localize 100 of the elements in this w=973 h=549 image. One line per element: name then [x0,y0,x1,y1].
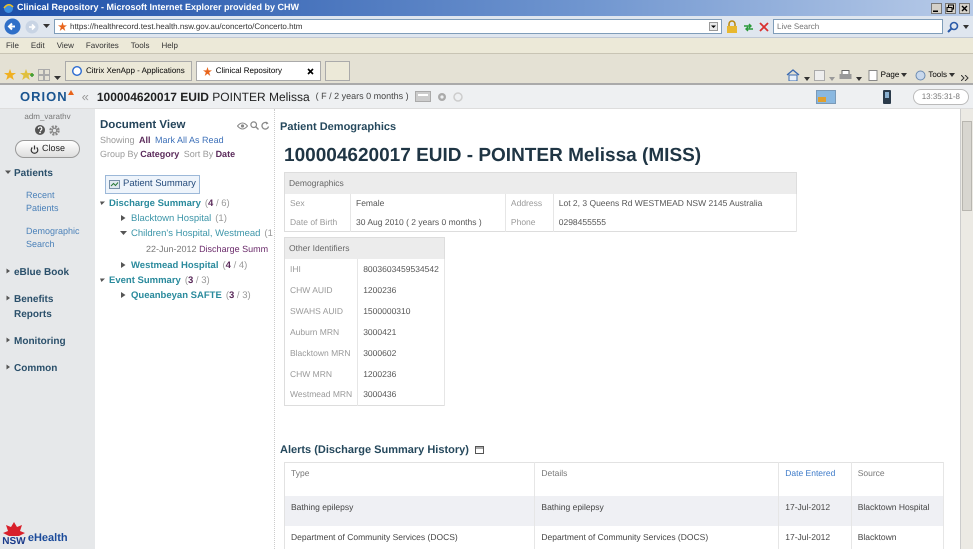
nav-section[interactable]: Monitoring [0,334,95,349]
nav-section[interactable]: Benefits Reports [0,292,95,322]
patient-info: ( F / 2 years 0 months ) [316,90,409,103]
print-icon[interactable] [838,70,852,81]
close-icon[interactable] [959,2,970,14]
sort-column-header[interactable]: Date Entered [785,466,836,480]
tree-node[interactable]: Westmead Hospital (4 / 4) [100,258,248,272]
patient-title: 100004620017 EUID POINTER Melissa [96,88,310,106]
window-title: Clinical Repository - Microsoft Internet Explorer provided by CHW [17,1,300,14]
caret-down-icon [100,200,105,206]
caret-right-icon [120,292,127,298]
dropdown-icon[interactable] [709,22,718,31]
nav-section[interactable]: Common [0,360,95,376]
username: adm_varathv [23,111,72,123]
caret-right-icon [5,364,11,370]
chevron-icon[interactable] [961,75,969,81]
table-header: Demographics [284,172,796,194]
mark-read-link[interactable]: Mark All As Read [155,134,224,148]
dropdown-icon[interactable] [856,77,862,81]
add-favorites-icon[interactable] [20,69,34,81]
address-field[interactable]: https://healthrecord.test.health.nsw.gov.au/concerto/Concerto.htm [54,19,722,34]
menu-item[interactable]: Favorites [86,40,119,52]
menu-item[interactable]: File [6,40,19,52]
dropdown-icon [901,73,908,77]
table-cell: Blacktown [851,526,944,549]
menu-item[interactable]: Help [161,40,178,52]
table-cell: 17-Jul-2012 [778,526,852,549]
summary-icon [109,180,120,189]
power-icon [30,144,39,154]
group-by-link[interactable]: Category [140,148,180,162]
table-cell: Bathing epilepsy [284,496,535,526]
stop-icon[interactable] [759,22,769,32]
scrollbar[interactable] [960,109,973,549]
refresh-icon[interactable] [261,120,270,131]
field-label: Phone [505,212,554,232]
table-cell: Department of Community Services (DOCS) [534,526,779,549]
star-icon [202,66,212,76]
menu-item[interactable]: View [56,40,74,52]
tree-node[interactable]: Discharge Summary (4 / 6) [100,196,230,210]
dropdown-icon[interactable] [804,77,810,81]
star-icon [58,22,67,31]
tree-node[interactable]: Queanbeyan SAFTE (3 / 3) [100,288,251,302]
sort-by-link[interactable]: Date [216,148,236,162]
field-value: Female [350,194,506,212]
document-link[interactable]: 22-Jun-2012 Discharge Summ [100,240,274,258]
back-icon[interactable] [4,18,21,35]
home-icon[interactable] [786,69,800,81]
settings-icon[interactable] [49,125,60,136]
sort-by-label: Sort By [184,148,214,161]
restore-icon[interactable] [945,2,956,14]
group-by-label: Group By [100,148,138,161]
dropdown-icon[interactable] [963,24,969,28]
screen-icon[interactable] [816,90,836,104]
filter-link[interactable]: All [139,134,151,148]
caret-right-icon [120,215,127,221]
toolbar-button[interactable]: Tools [913,69,957,81]
minimize-icon[interactable] [931,2,942,14]
table-cell: Bathing epilepsy [534,496,779,526]
dropdown-icon [949,73,955,77]
lock-icon [726,20,738,34]
field-value: Lot 2, 3 Queens Rd WESTMEAD NSW 2145 Australia [553,194,796,212]
field-value: 8003603459534542 [358,258,444,280]
waratah-logo-icon [2,520,25,537]
browser-tab[interactable]: Citrix XenApp - Applications [65,61,192,81]
refresh-icon[interactable] [742,20,755,32]
field-value: 30 Aug 2010 ( 2 years 0 months ) [350,212,506,232]
table-cell: Blacktown Hospital [851,496,944,526]
patient-summary-item[interactable]: Patient Summary [105,175,200,194]
menu-item[interactable]: Edit [30,40,45,52]
eye-icon[interactable] [236,122,248,130]
section-title: Alerts (Discharge Summary History) [280,443,469,458]
field-value: 3000602 [358,342,444,364]
field-label: Auburn MRN [284,322,358,342]
nav-section[interactable]: eBlue Book [0,264,95,280]
field-value: 0298455555 [553,212,796,232]
favorites-star-icon[interactable] [4,69,16,81]
close-tab-icon[interactable] [306,68,314,74]
dropdown-icon[interactable] [54,76,61,81]
close-button[interactable]: Close [14,140,80,158]
patient-heading: 100004620017 EUID - POINTER Melissa (MISS) [284,144,702,168]
help-icon[interactable] [34,125,45,136]
window-icon[interactable] [474,446,484,454]
caret-right-icon [120,262,127,268]
field-value: 3000436 [358,384,444,406]
menu-item[interactable]: Tools [130,40,150,52]
toolbar-button[interactable]: Page [866,69,910,81]
arrow-icon [68,90,74,96]
caret-right-icon [5,294,11,301]
search-icon[interactable] [947,20,959,32]
search-icon[interactable] [250,121,259,130]
section-title: Patient Demographics [280,120,398,135]
tree-node[interactable]: Event Summary (3 / 3) [100,272,210,288]
nsw-logo: NSW [2,536,26,547]
phone-icon[interactable] [882,90,891,104]
nav-section[interactable]: Patients [0,166,95,181]
dropdown-icon[interactable] [43,24,50,29]
browser-tab[interactable]: Clinical Repository [196,61,321,81]
search-field[interactable]: Live Search [773,19,943,34]
field-label: CHW AUID [284,280,358,300]
ehealth-label: eHealth [28,531,68,546]
